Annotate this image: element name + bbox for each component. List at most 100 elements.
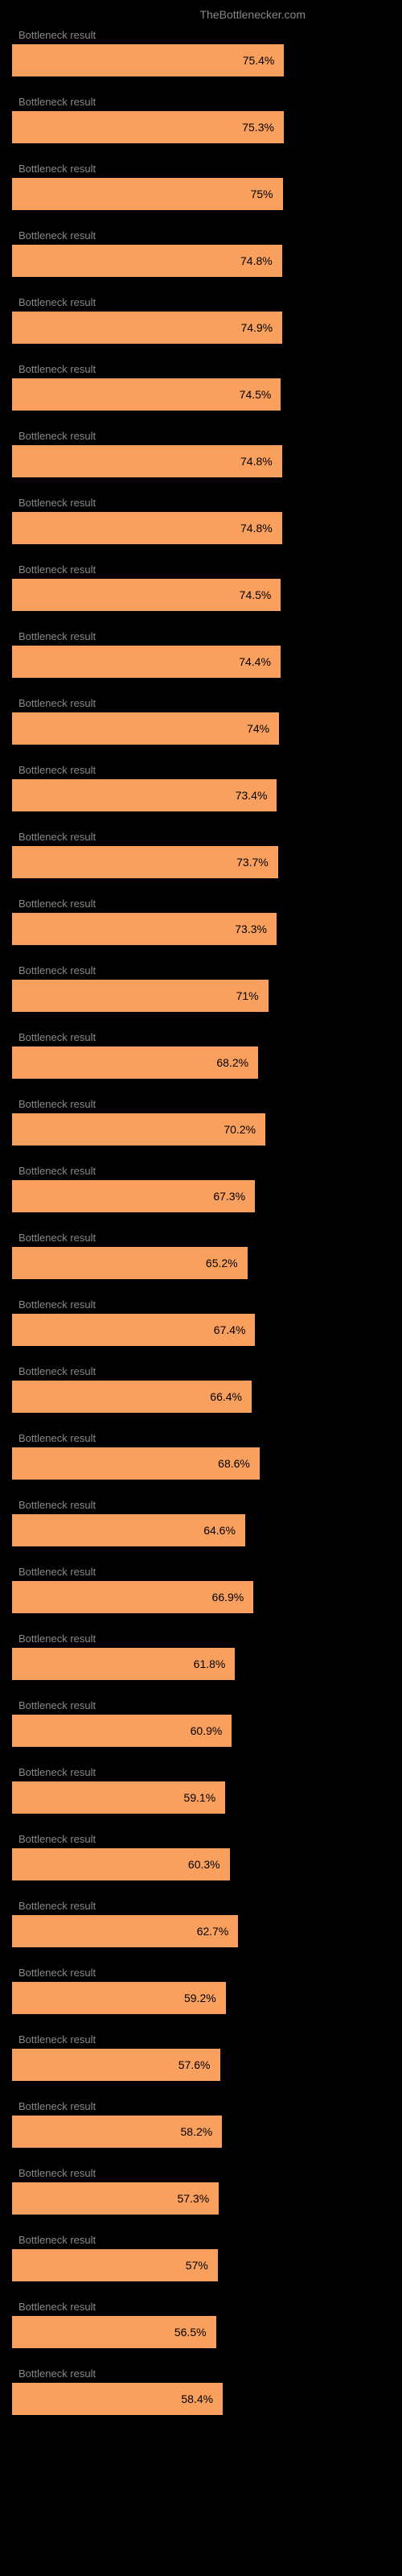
bar-row: Bottleneck result 58.4% xyxy=(12,2368,390,2415)
bar-value: 64.6% xyxy=(203,1524,236,1537)
bar-label: Bottleneck result xyxy=(12,1098,390,1110)
bar-row: Bottleneck result60.3% xyxy=(12,1833,390,1880)
bar: 58.2% xyxy=(12,2116,222,2148)
bar-value: 62.7% xyxy=(197,1925,229,1938)
bar-wrapper: 73.7% xyxy=(12,846,390,878)
bar-value: 57.3% xyxy=(177,2192,209,2205)
bar-label: Bottleneck result xyxy=(12,1967,390,1979)
bar-row: Bottleneck result74.8% xyxy=(12,229,390,277)
bar-wrapper: 66.4% xyxy=(12,1381,390,1413)
bar-label: Bottleneck result xyxy=(12,1365,390,1377)
bar: 56.5% xyxy=(12,2316,216,2348)
bar-wrapper: 57% xyxy=(12,2249,390,2281)
bar-row: Bottleneck result57% xyxy=(12,2234,390,2281)
bar-row: Bottleneck result65.2% xyxy=(12,1232,390,1279)
bar: 68.2% xyxy=(12,1046,258,1079)
bar-row: Bottleneck result64.6% xyxy=(12,1499,390,1546)
bar: 57.3% xyxy=(12,2182,219,2215)
bar-row: Bottleneck result68.2% xyxy=(12,1031,390,1079)
bar: 74.4% xyxy=(12,646,281,678)
bar: 71% xyxy=(12,980,269,1012)
bar: 65.2% xyxy=(12,1247,248,1279)
bar: 73.3% xyxy=(12,913,277,945)
bar: 66.4% xyxy=(12,1381,252,1413)
bar-label: Bottleneck result xyxy=(12,2368,390,2380)
bar-value: 60.9% xyxy=(191,1724,223,1737)
bottleneck-chart: Bottleneck result75.4%Bottleneck result7… xyxy=(0,29,402,2415)
bar-row: Bottleneck result 62.7% xyxy=(12,1900,390,1947)
bar-row: Bottleneck result59.1% xyxy=(12,1766,390,1814)
bar-row: Bottleneck result73.4% xyxy=(12,764,390,811)
bar-row: Bottleneck result 66.4% xyxy=(12,1365,390,1413)
bar-value: 67.4% xyxy=(214,1323,246,1336)
bar-row: Bottleneck result 70.2% xyxy=(12,1098,390,1146)
bar-value: 71% xyxy=(236,989,259,1002)
bar-wrapper: 75.4% xyxy=(12,44,390,76)
bar-label: Bottleneck result xyxy=(12,964,390,976)
bar-label: Bottleneck result xyxy=(12,697,390,709)
bar-label: Bottleneck result xyxy=(12,363,390,375)
bar-row: Bottleneck result 59.2% xyxy=(12,1967,390,2014)
bar-label: Bottleneck result xyxy=(12,497,390,509)
bar-value: 61.8% xyxy=(194,1657,226,1670)
bar-row: Bottleneck result 74.8% xyxy=(12,497,390,544)
bar-value: 58.2% xyxy=(181,2125,213,2138)
bar: 75.3% xyxy=(12,111,284,143)
bar: 74.5% xyxy=(12,378,281,411)
bar: 67.4% xyxy=(12,1314,255,1346)
bar: 59.2% xyxy=(12,1982,226,2014)
bar-row: Bottleneck result 73.3% xyxy=(12,898,390,945)
bar-wrapper: 74% xyxy=(12,712,390,745)
bar-label: Bottleneck result xyxy=(12,2301,390,2313)
bar-wrapper: 75% xyxy=(12,178,390,210)
bar: 74.9% xyxy=(12,312,282,344)
bar-label: Bottleneck result xyxy=(12,2033,390,2046)
bar-label: Bottleneck result xyxy=(12,1900,390,1912)
bar-row: Bottleneck result58.2% xyxy=(12,2100,390,2148)
bar-label: Bottleneck result xyxy=(12,163,390,175)
bar-wrapper: 64.6% xyxy=(12,1514,390,1546)
bar-row: Bottleneck result 74.4% xyxy=(12,630,390,678)
bar-label: Bottleneck result xyxy=(12,630,390,642)
bar-label: Bottleneck result xyxy=(12,1566,390,1578)
bar-label: Bottleneck result xyxy=(12,1298,390,1311)
bar-row: Bottleneck result73.7% xyxy=(12,831,390,878)
bar: 66.9% xyxy=(12,1581,253,1613)
bar-wrapper: 74.4% xyxy=(12,646,390,678)
bar-value: 68.6% xyxy=(218,1457,250,1470)
bar-value: 57% xyxy=(186,2259,208,2272)
bar-label: Bottleneck result xyxy=(12,1699,390,1711)
bar: 74.5% xyxy=(12,579,281,611)
bar-wrapper: 75.3% xyxy=(12,111,390,143)
bar-label: Bottleneck result xyxy=(12,2167,390,2179)
bar-value: 57.6% xyxy=(178,2058,211,2071)
bar-wrapper: 56.5% xyxy=(12,2316,390,2348)
bar-wrapper: 71% xyxy=(12,980,390,1012)
bar-row: Bottleneck result74.8% xyxy=(12,430,390,477)
bar: 74.8% xyxy=(12,245,282,277)
bar: 74.8% xyxy=(12,512,282,544)
bar-wrapper: 65.2% xyxy=(12,1247,390,1279)
bar-value: 74.9% xyxy=(240,321,273,334)
bar-row: Bottleneck result 75% xyxy=(12,163,390,210)
bar-wrapper: 57.6% xyxy=(12,2049,390,2081)
bar: 57% xyxy=(12,2249,218,2281)
bar-value: 68.2% xyxy=(216,1056,248,1069)
bar-value: 74.8% xyxy=(240,522,273,535)
bar-wrapper: 74.5% xyxy=(12,378,390,411)
bar-wrapper: 73.4% xyxy=(12,779,390,811)
bar-label: Bottleneck result xyxy=(12,898,390,910)
bar: 75% xyxy=(12,178,283,210)
bar-row: Bottleneck result 57.3% xyxy=(12,2167,390,2215)
bar-value: 66.9% xyxy=(212,1591,244,1604)
bar-value: 73.7% xyxy=(236,856,269,869)
bar-wrapper: 70.2% xyxy=(12,1113,390,1146)
bar-row: Bottleneck result 67.4% xyxy=(12,1298,390,1346)
bar-wrapper: 59.2% xyxy=(12,1982,390,2014)
bar: 59.1% xyxy=(12,1781,225,1814)
bar-value: 58.4% xyxy=(181,2392,213,2405)
bar: 64.6% xyxy=(12,1514,245,1546)
bar-row: Bottleneck result 57.6% xyxy=(12,2033,390,2081)
bar-wrapper: 74.5% xyxy=(12,579,390,611)
bar-wrapper: 60.9% xyxy=(12,1715,390,1747)
